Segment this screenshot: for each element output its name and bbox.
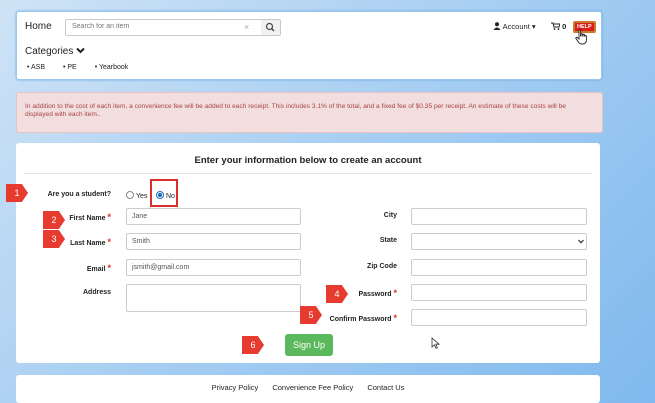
sign-up-button[interactable]: Sign Up	[285, 334, 333, 356]
header-card: Home × Account ▾ 0 HELP Categories • ASB…	[16, 11, 602, 80]
footer-links: Privacy Policy Convenience Fee Policy Co…	[16, 383, 600, 392]
clear-icon[interactable]: ×	[244, 22, 249, 32]
home-link[interactable]: Home	[25, 21, 52, 32]
form-title: Enter your information below to create a…	[194, 155, 422, 166]
password-label: Password *	[358, 288, 397, 298]
city-field[interactable]	[411, 208, 587, 225]
mouse-cursor-icon	[431, 337, 440, 349]
category-item-yearbook[interactable]: • Yearbook	[95, 64, 129, 71]
email-label: Email *	[86, 263, 111, 273]
category-item-asb[interactable]: • ASB	[27, 64, 45, 71]
account-label: Account ▾	[502, 22, 536, 31]
categories-title: Categories	[25, 46, 74, 57]
last-name-field[interactable]: Smith	[126, 233, 301, 250]
first-name-field[interactable]: Jane	[126, 208, 301, 225]
search-icon	[265, 22, 275, 32]
signup-form-card: Enter your information below to create a…	[16, 143, 600, 363]
contact-us-link[interactable]: Contact Us	[367, 383, 404, 392]
address-field[interactable]	[126, 284, 301, 312]
cart-button[interactable]: 0	[551, 22, 566, 31]
password-field[interactable]	[411, 284, 587, 301]
category-item-pe[interactable]: • PE	[63, 64, 77, 71]
alert-text: In addition to the cost of each item, a …	[25, 103, 566, 118]
state-label: State	[379, 237, 397, 244]
user-icon	[493, 22, 501, 30]
confirm-password-field[interactable]	[411, 309, 587, 326]
divider	[24, 173, 592, 174]
search-input[interactable]	[66, 20, 242, 33]
state-select[interactable]	[411, 233, 587, 250]
cart-icon	[551, 22, 561, 30]
pointer-hand-icon	[575, 29, 587, 45]
footer: Privacy Policy Convenience Fee Policy Co…	[16, 375, 600, 403]
categories-toggle[interactable]: Categories	[25, 46, 85, 57]
address-label: Address	[82, 289, 111, 296]
search-button[interactable]	[261, 19, 281, 36]
categories-list: • ASB • PE • Yearbook	[27, 64, 144, 71]
chevron-down-icon	[578, 239, 584, 244]
radio-yes[interactable]: Yes	[126, 191, 147, 200]
zip-field[interactable]	[411, 259, 587, 276]
privacy-policy-link[interactable]: Privacy Policy	[212, 383, 259, 392]
chevron-down-icon	[76, 47, 85, 54]
city-label: City	[383, 212, 397, 219]
zip-label: Zip Code	[367, 263, 397, 270]
account-menu[interactable]: Account ▾	[493, 22, 536, 31]
radio-yes-dot[interactable]	[126, 191, 134, 199]
cart-count: 0	[562, 22, 567, 31]
convenience-fee-alert: In addition to the cost of each item, a …	[16, 92, 603, 133]
student-label: Are you a student?	[47, 191, 111, 198]
email-field[interactable]: jsmith@gmail.com	[126, 259, 301, 276]
fee-policy-link[interactable]: Convenience Fee Policy	[272, 383, 353, 392]
search-box[interactable]: ×	[65, 19, 263, 36]
radio-yes-label: Yes	[136, 193, 148, 200]
highlight-box	[150, 179, 178, 207]
